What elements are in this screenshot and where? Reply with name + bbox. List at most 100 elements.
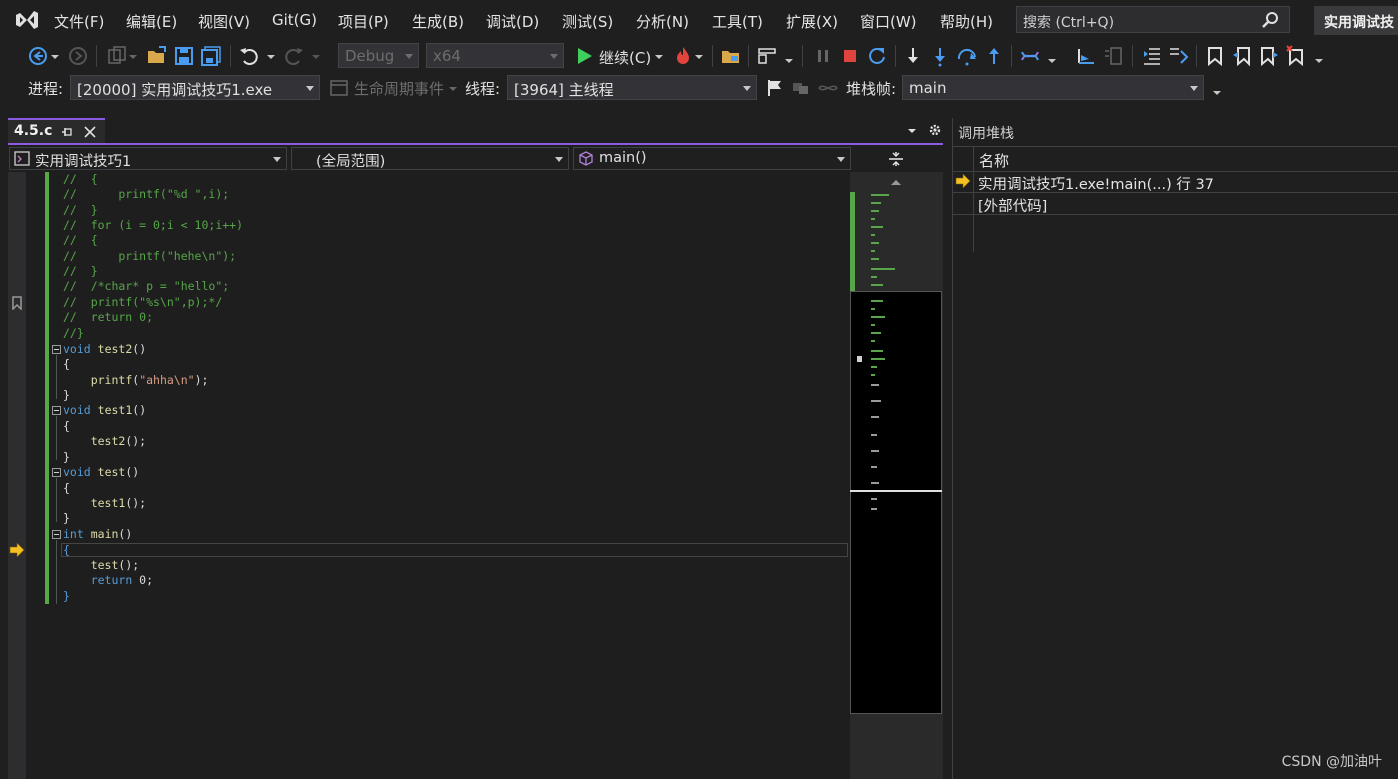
- code-line[interactable]: printf("ahha\n");: [63, 373, 209, 388]
- continue-button[interactable]: 继续(C): [574, 45, 666, 67]
- menu-window[interactable]: 窗口(W): [860, 11, 917, 32]
- chevron-down-icon[interactable]: [448, 77, 458, 99]
- menu-extensions[interactable]: 扩展(X): [786, 11, 838, 32]
- show-threads-icon[interactable]: [1019, 45, 1041, 67]
- project-select[interactable]: 实用调试技巧1: [9, 147, 287, 170]
- comment-lines-icon[interactable]: [1167, 45, 1189, 67]
- hot-reload-icon[interactable]: [672, 45, 694, 67]
- chevron-down-icon[interactable]: [1212, 77, 1222, 99]
- code-line[interactable]: // printf("%s\n",p);*/: [63, 295, 222, 310]
- code-line[interactable]: test2();: [63, 434, 146, 449]
- function-select[interactable]: main(): [573, 147, 851, 170]
- collapse-test2-toggle[interactable]: [52, 345, 61, 354]
- break-all-icon[interactable]: [812, 45, 834, 67]
- chevron-down-icon[interactable]: [1314, 45, 1324, 67]
- code-line[interactable]: //}: [63, 326, 84, 341]
- menu-analyze[interactable]: 分析(N): [636, 11, 689, 32]
- chevron-down-icon[interactable]: [128, 45, 138, 67]
- document-outline-icon[interactable]: [1102, 45, 1124, 67]
- code-line[interactable]: test();: [63, 558, 139, 573]
- chevron-down-icon[interactable]: [50, 45, 60, 67]
- code-line[interactable]: // return 0;: [63, 310, 153, 325]
- bookmark-icon[interactable]: [11, 296, 23, 310]
- flag-all-threads-icon[interactable]: [790, 77, 812, 99]
- solution-configuration-select[interactable]: Debug: [338, 43, 419, 68]
- clear-bookmarks-icon[interactable]: [1285, 45, 1307, 67]
- menu-project[interactable]: 项目(P): [338, 11, 389, 32]
- redo-icon[interactable]: [283, 45, 305, 67]
- previous-bookmark-icon[interactable]: [1231, 45, 1253, 67]
- menu-git[interactable]: Git(G): [272, 11, 317, 29]
- call-stack-row[interactable]: 实用调试技巧1.exe!main(...) 行 37: [953, 171, 1398, 193]
- name-column-header[interactable]: 名称: [979, 150, 1009, 171]
- menu-test[interactable]: 测试(S): [562, 11, 613, 32]
- code-line[interactable]: // {: [63, 233, 98, 248]
- thread-select[interactable]: [3964] 主线程: [507, 75, 757, 100]
- menu-file[interactable]: 文件(F): [54, 11, 104, 32]
- code-line[interactable]: }: [63, 388, 70, 403]
- scroll-up-arrow-icon[interactable]: [890, 178, 902, 186]
- code-line[interactable]: // for (i = 0;i < 10;i++): [63, 218, 243, 233]
- application-insights-icon[interactable]: [756, 45, 778, 67]
- menu-view[interactable]: 视图(V): [198, 11, 250, 32]
- menu-debug[interactable]: 调试(D): [486, 11, 539, 32]
- set-next-statement-icon[interactable]: [1075, 45, 1097, 67]
- bookmark-icon[interactable]: [1204, 45, 1226, 67]
- chevron-down-icon[interactable]: [694, 45, 704, 67]
- code-line[interactable]: test1();: [63, 496, 146, 511]
- code-line[interactable]: }: [63, 589, 70, 604]
- menu-edit[interactable]: 编辑(E): [126, 11, 177, 32]
- code-line[interactable]: {: [63, 357, 70, 372]
- scope-select[interactable]: (全局范围): [291, 147, 569, 170]
- code-line[interactable]: // /*char* p = "hello";: [63, 279, 229, 294]
- code-line[interactable]: void test(): [63, 465, 139, 480]
- new-project-icon[interactable]: [106, 45, 128, 67]
- code-line[interactable]: // {: [63, 172, 98, 187]
- navigate-back-icon[interactable]: [27, 45, 49, 67]
- search-box[interactable]: 搜索 (Ctrl+Q): [1016, 6, 1290, 33]
- tab-4-5-c[interactable]: 4.5.c: [8, 118, 105, 144]
- code-line[interactable]: // }: [63, 203, 98, 218]
- next-bookmark-icon[interactable]: [1258, 45, 1280, 67]
- chevron-down-icon[interactable]: [1047, 45, 1057, 67]
- undo-icon[interactable]: [238, 45, 260, 67]
- code-line[interactable]: }: [63, 450, 70, 465]
- code-line[interactable]: {: [63, 419, 70, 434]
- solution-title-badge[interactable]: 实用调试技: [1314, 6, 1398, 35]
- lifecycle-events-icon[interactable]: [328, 77, 350, 99]
- chevron-down-icon[interactable]: [311, 45, 321, 67]
- stack-frame-select[interactable]: main: [902, 75, 1204, 100]
- collapse-test-toggle[interactable]: [52, 468, 61, 477]
- code-line[interactable]: return 0;: [63, 573, 153, 588]
- glyph-margin[interactable]: [8, 172, 26, 779]
- solution-platform-select[interactable]: x64: [426, 43, 564, 68]
- menu-tools[interactable]: 工具(T): [712, 11, 763, 32]
- call-stack-header[interactable]: 名称: [953, 146, 1398, 172]
- navigate-forward-icon[interactable]: [67, 45, 89, 67]
- step-into-specific-icon[interactable]: [929, 45, 951, 67]
- menu-help[interactable]: 帮助(H): [940, 11, 993, 32]
- step-over-icon[interactable]: [956, 45, 978, 67]
- call-stack-row[interactable]: [外部代码]: [953, 193, 1398, 215]
- split-window-icon[interactable]: [888, 151, 904, 167]
- minimap-viewport[interactable]: [850, 291, 942, 714]
- chevron-down-icon[interactable]: [266, 45, 276, 67]
- step-into-icon[interactable]: [902, 45, 924, 67]
- gear-icon[interactable]: [928, 123, 942, 137]
- tab-list-dropdown-icon[interactable]: [906, 127, 918, 135]
- code-line[interactable]: // }: [63, 264, 98, 279]
- stop-debugging-icon[interactable]: [839, 45, 861, 67]
- code-line[interactable]: void test2(): [63, 342, 146, 357]
- show-threads-in-source-icon[interactable]: [817, 77, 839, 99]
- restart-icon[interactable]: [866, 45, 888, 67]
- step-out-icon[interactable]: [983, 45, 1005, 67]
- save-all-icon[interactable]: [200, 45, 222, 67]
- code-line[interactable]: }: [63, 511, 70, 526]
- visual-studio-logo-icon[interactable]: [14, 8, 40, 32]
- lifecycle-events-label[interactable]: 生命周期事件: [354, 78, 444, 99]
- open-folder-icon[interactable]: [146, 45, 168, 67]
- flag-thread-icon[interactable]: [764, 77, 786, 99]
- close-icon[interactable]: [84, 126, 96, 138]
- chevron-down-icon[interactable]: [784, 45, 794, 67]
- code-line[interactable]: // printf("%d ",i);: [63, 187, 229, 202]
